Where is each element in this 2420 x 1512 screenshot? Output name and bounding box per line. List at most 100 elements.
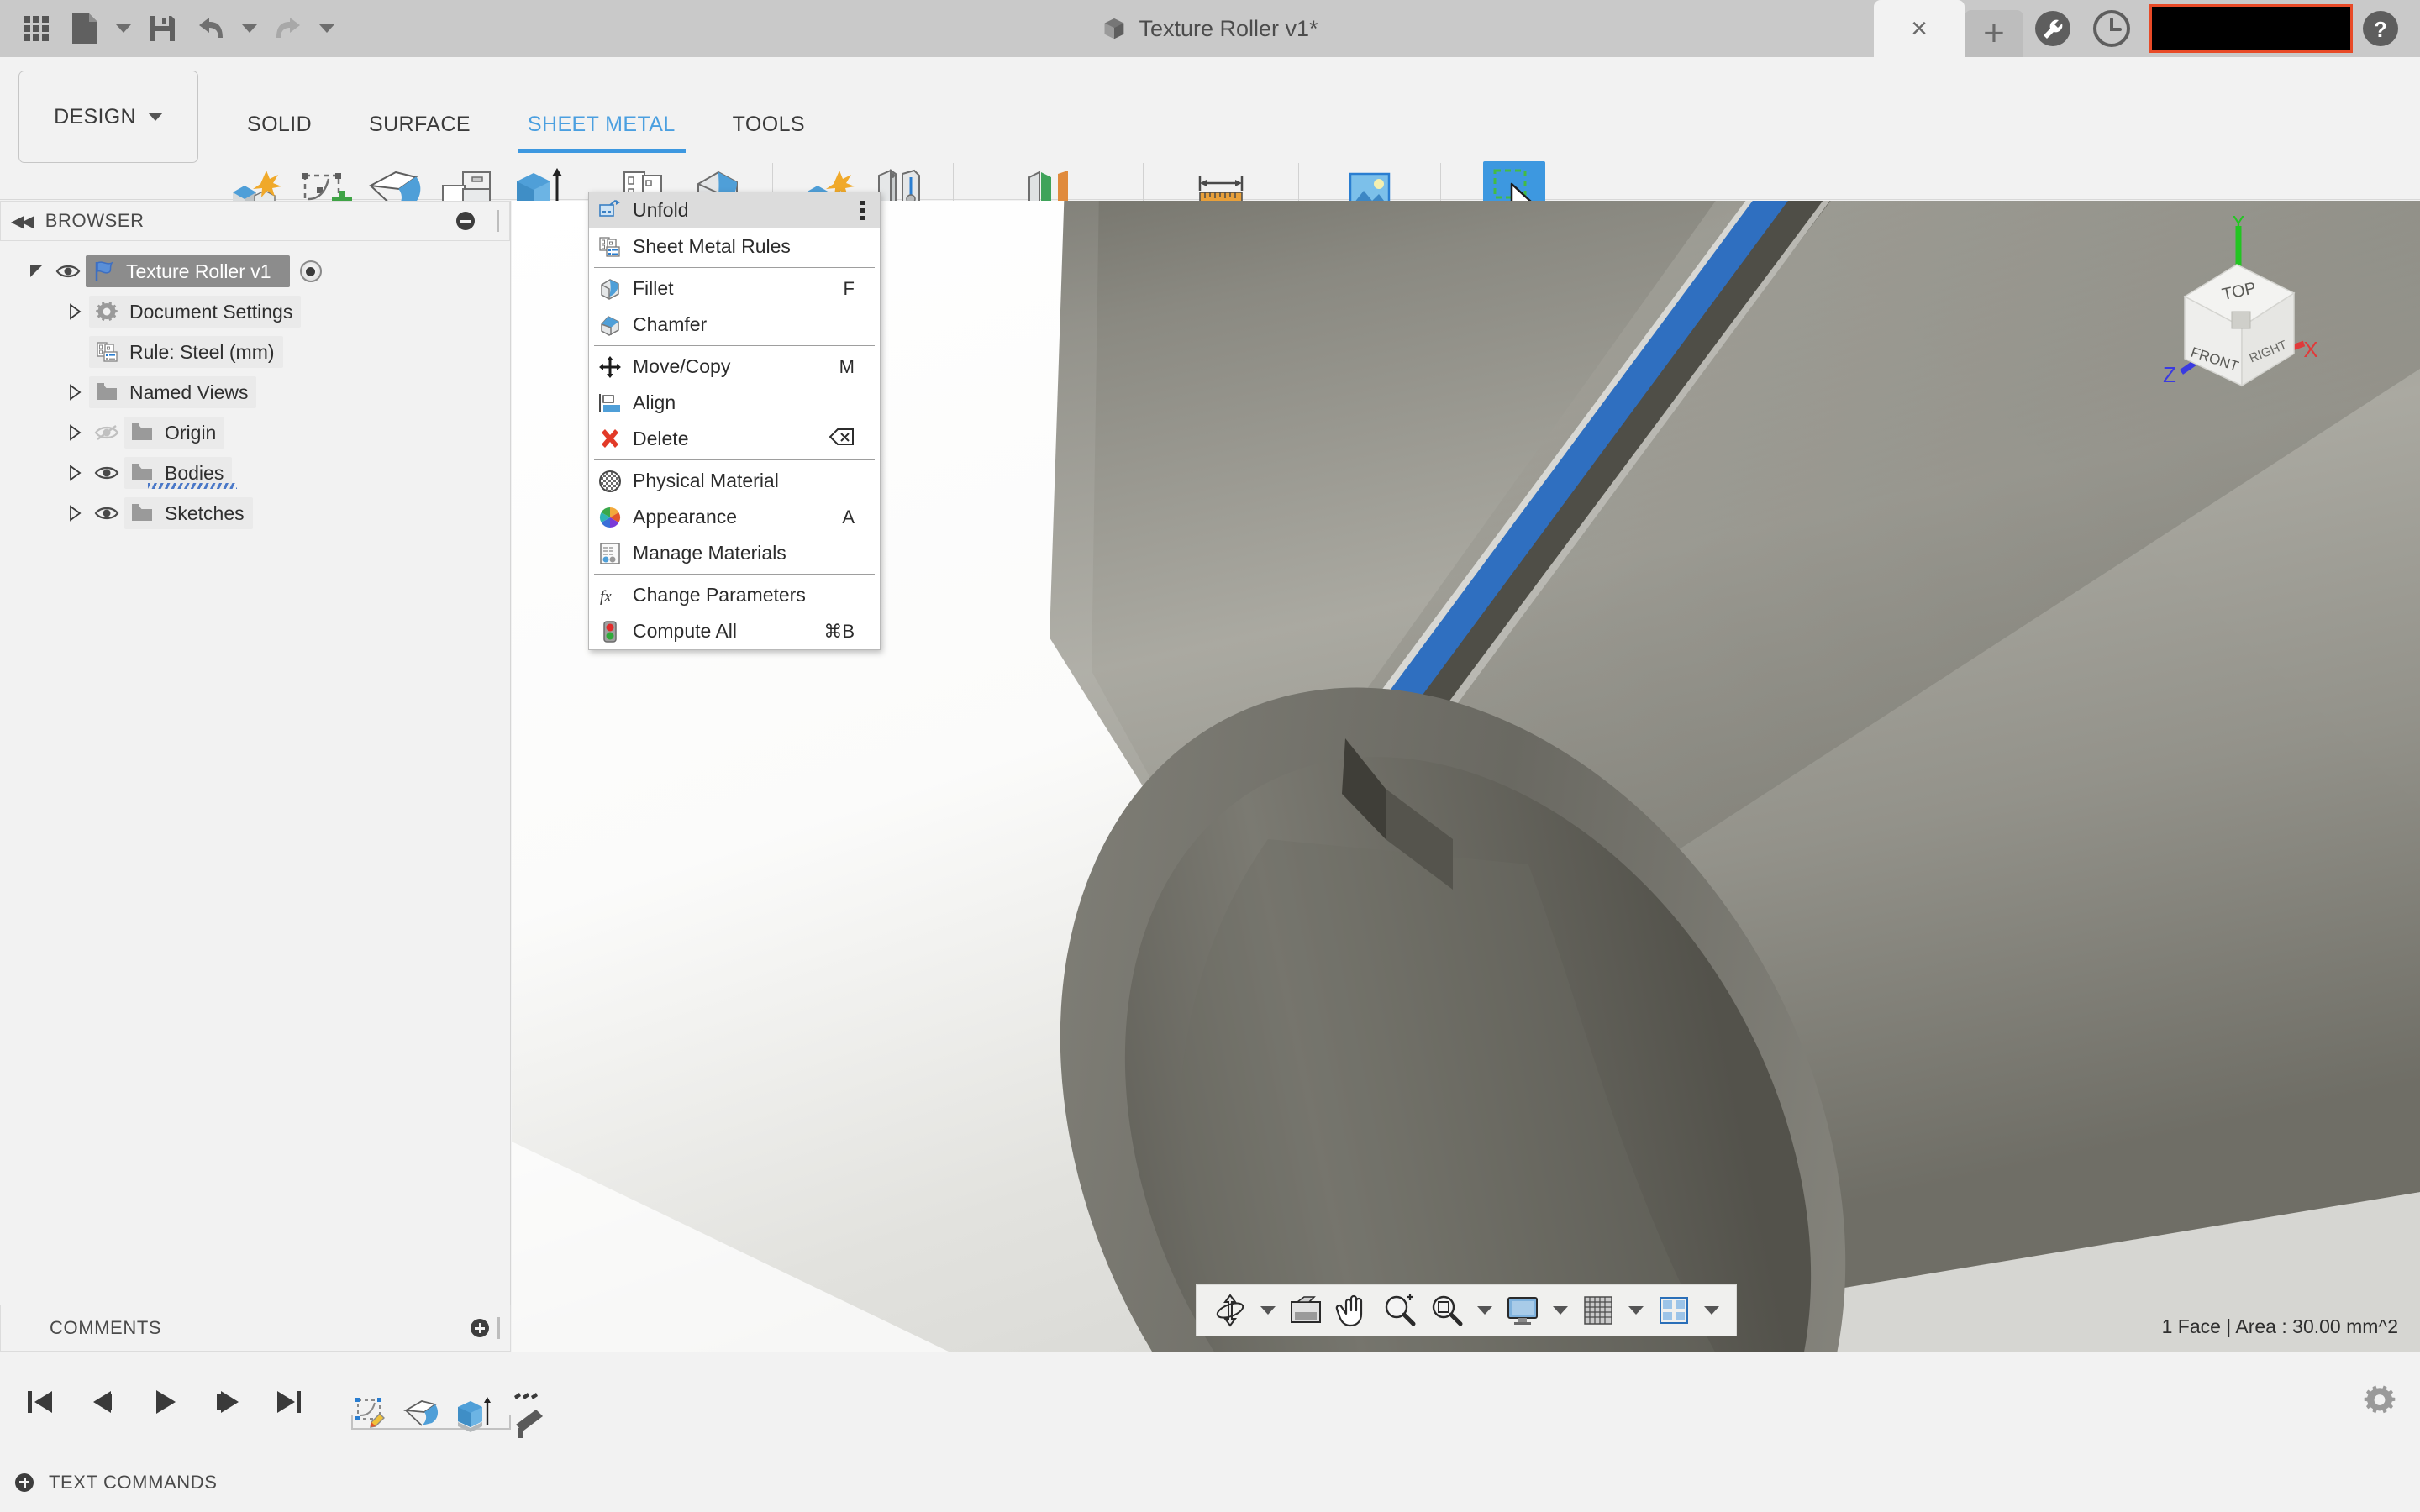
step-forward-icon[interactable] (205, 1380, 249, 1424)
title-bar: Texture Roller v1* × + ? (0, 0, 2420, 57)
align-icon (597, 391, 623, 416)
panel-resize-grip[interactable] (497, 1317, 500, 1339)
save-icon[interactable] (138, 4, 187, 53)
twisty-collapsed-icon[interactable] (60, 424, 89, 441)
fit-dropdown[interactable] (1472, 1289, 1497, 1332)
visibility-eye-off-icon[interactable] (89, 424, 124, 441)
menu-item-sheet-metal-rules[interactable]: Sheet Metal Rules (589, 228, 880, 265)
tab-solid[interactable]: SOLID (218, 108, 340, 141)
display-settings-icon[interactable] (1501, 1289, 1544, 1332)
menu-item-move-copy[interactable]: Move/Copy M (589, 349, 880, 385)
tab-surface[interactable]: SURFACE (340, 108, 499, 141)
extrude-feature-icon[interactable] (447, 1389, 497, 1440)
go-to-beginning-icon[interactable] (18, 1380, 62, 1424)
menu-item-physical-material[interactable]: Physical Material (589, 463, 880, 499)
new-document-dropdown[interactable] (109, 4, 138, 53)
collapse-left-icon[interactable]: ◀◀ (11, 211, 32, 232)
visibility-eye-icon[interactable] (89, 465, 124, 481)
axis-y-label: Y (2232, 216, 2246, 234)
ribbon-tabs: SOLID SURFACE SHEET METAL TOOLS (218, 108, 834, 141)
twisty-collapsed-icon[interactable] (60, 465, 89, 481)
plus-circle-icon[interactable] (15, 1473, 34, 1492)
tree-item-origin[interactable]: Origin (0, 412, 510, 453)
timeline-settings-gear-icon[interactable] (2363, 1383, 2396, 1421)
fillet-icon (597, 276, 623, 302)
twisty-collapsed-icon[interactable] (60, 384, 89, 401)
question-mark-icon[interactable]: ? (2361, 9, 2400, 48)
play-back-icon[interactable] (143, 1380, 187, 1424)
workspace-selector[interactable]: DESIGN (18, 71, 198, 163)
flange-feature-icon[interactable] (397, 1389, 447, 1440)
orbit-dropdown[interactable] (1255, 1289, 1281, 1332)
comments-title: COMMENTS (50, 1317, 161, 1339)
menu-item-label: Delete (633, 428, 819, 450)
menu-item-compute-all[interactable]: Compute All ⌘B (589, 613, 880, 649)
tree-item-texture-roller[interactable]: Texture Roller v1 (0, 251, 510, 291)
menu-item-chamfer[interactable]: Chamfer (589, 307, 880, 343)
sketch-feature-icon[interactable] (346, 1389, 397, 1440)
menu-item-align[interactable]: Align (589, 385, 880, 421)
twisty-collapsed-icon[interactable] (60, 505, 89, 522)
physical-material-icon (597, 469, 623, 494)
tree-item-rule-steel[interactable]: Rule: Steel (mm) (0, 332, 510, 372)
go-to-end-icon[interactable] (267, 1380, 311, 1424)
tree-item-named-views[interactable]: Named Views (0, 372, 510, 412)
tree-item-bodies[interactable]: Bodies (0, 453, 510, 493)
compute-all-icon (597, 619, 623, 644)
tab-sheet-metal[interactable]: SHEET METAL (499, 108, 704, 141)
text-commands-bar[interactable]: TEXT COMMANDS (0, 1452, 2420, 1512)
fit-icon[interactable] (1425, 1289, 1469, 1332)
plus-circle-icon[interactable] (471, 1319, 489, 1337)
visibility-eye-icon[interactable] (89, 505, 124, 522)
menu-item-label: Align (633, 391, 870, 414)
viewports-dropdown[interactable] (1699, 1289, 1724, 1332)
visibility-eye-icon[interactable] (50, 263, 86, 280)
redo-dropdown[interactable] (313, 4, 341, 53)
menu-item-appearance[interactable]: Appearance A (589, 499, 880, 535)
menu-separator (594, 345, 875, 346)
view-cube[interactable]: Y Z X TOP FRONT RIGHT (2133, 216, 2343, 409)
minus-circle-icon[interactable] (456, 212, 475, 230)
undo-icon[interactable] (187, 4, 235, 53)
display-settings-dropdown[interactable] (1548, 1289, 1573, 1332)
menu-item-manage-materials[interactable]: Manage Materials (589, 535, 880, 571)
pan-icon[interactable] (1331, 1289, 1375, 1332)
tree-item-document-settings[interactable]: Document Settings (0, 291, 510, 332)
undo-dropdown[interactable] (235, 4, 264, 53)
overflow-dots-icon[interactable] (860, 201, 865, 220)
menu-item-delete[interactable]: Delete (589, 421, 880, 457)
menu-item-change-parameters[interactable]: fx Change Parameters (589, 577, 880, 613)
look-at-icon[interactable] (1284, 1289, 1328, 1332)
step-back-icon[interactable] (81, 1380, 124, 1424)
axis-z-label: Z (2163, 362, 2176, 387)
sheet-metal-rules-icon (597, 234, 623, 260)
app-grid-icon[interactable] (12, 4, 60, 53)
grid-snap-icon[interactable] (1576, 1289, 1620, 1332)
comments-panel[interactable]: COMMENTS (0, 1305, 511, 1352)
zoom-icon[interactable] (1378, 1289, 1422, 1332)
wrench-icon[interactable] (2033, 9, 2072, 48)
menu-item-unfold[interactable]: Unfold (589, 192, 880, 228)
modify-dropdown-menu: Unfold Sheet Metal Rules Fillet F Chamfe… (588, 192, 881, 650)
folder-icon (129, 501, 155, 526)
tree-item-text: Texture Roller v1 (126, 260, 271, 283)
twisty-collapsed-icon[interactable] (60, 303, 89, 320)
new-tab-button[interactable]: + (1965, 10, 2023, 57)
twisty-expanded-icon[interactable] (22, 263, 50, 280)
sheet-rule-icon (94, 339, 119, 365)
clock-icon[interactable] (2092, 9, 2131, 48)
viewports-icon[interactable] (1652, 1289, 1696, 1332)
new-document-icon[interactable] (60, 4, 109, 53)
tree-item-text: Named Views (129, 381, 248, 404)
timeline-end-marker-icon[interactable] (497, 1389, 548, 1440)
panel-resize-grip[interactable] (497, 210, 499, 232)
grid-snap-dropdown[interactable] (1623, 1289, 1649, 1332)
tree-item-sketches[interactable]: Sketches (0, 493, 510, 533)
menu-item-fillet[interactable]: Fillet F (589, 270, 880, 307)
orbit-icon[interactable] (1208, 1289, 1252, 1332)
redo-icon[interactable] (264, 4, 313, 53)
close-tab-button[interactable]: × (1874, 0, 1965, 57)
tab-sheet-metal-label: SHEET METAL (528, 113, 676, 137)
tab-tools[interactable]: TOOLS (704, 108, 834, 141)
activate-component-radio[interactable] (300, 260, 322, 282)
